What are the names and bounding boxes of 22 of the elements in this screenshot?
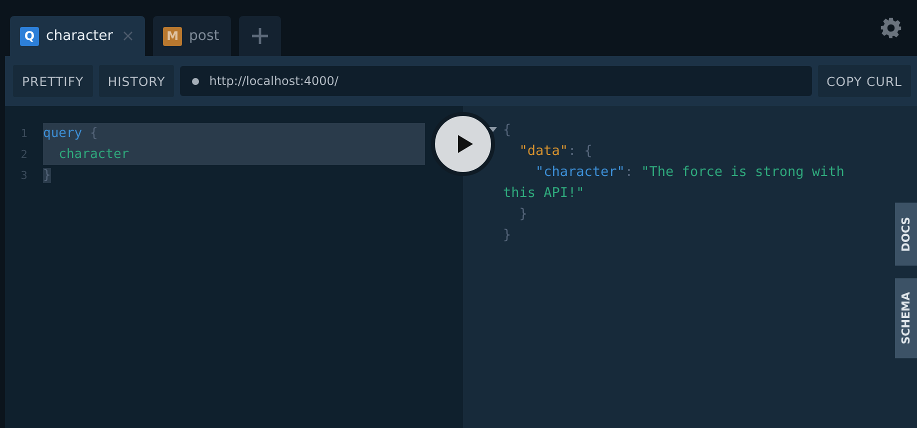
- tab-badge: M: [163, 26, 182, 46]
- result-line: }: [519, 206, 528, 222]
- query-tab[interactable]: M post: [153, 16, 232, 56]
- settings-icon[interactable]: [880, 17, 902, 39]
- tab-badge: Q: [20, 26, 39, 46]
- copy-curl-button[interactable]: COPY CURL: [818, 65, 911, 97]
- result-line: "data": {: [519, 143, 592, 159]
- tab-label: character: [46, 28, 114, 44]
- caret-icon[interactable]: [489, 127, 497, 133]
- tab-label: post: [189, 28, 220, 44]
- query-tab[interactable]: Q character: [10, 16, 146, 56]
- result-line: "character": "The force is strong with this API!": [503, 164, 846, 201]
- add-tab-button[interactable]: [239, 16, 282, 56]
- toolbar-button[interactable]: HISTORY: [98, 65, 174, 97]
- side-tab[interactable]: SCHEMA: [895, 278, 917, 358]
- result-line: {: [503, 122, 512, 138]
- status-dot-icon: [192, 78, 200, 84]
- side-tab[interactable]: DOCS: [895, 203, 917, 266]
- toolbar-button[interactable]: PRETTIFY: [13, 65, 93, 97]
- plus-icon: [251, 27, 270, 45]
- endpoint-field[interactable]: http://localhost:4000/: [180, 66, 812, 96]
- result-line: }: [503, 227, 512, 243]
